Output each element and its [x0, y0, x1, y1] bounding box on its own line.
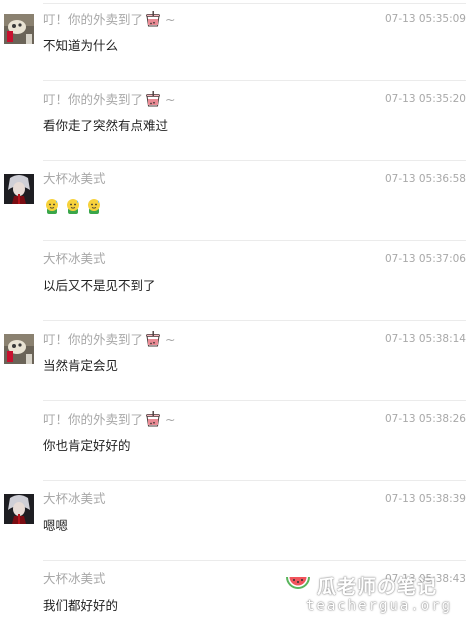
message-row: 大杯冰美式 07-13 05:37:06 以后又不是见不到了 [0, 240, 470, 320]
avatar[interactable] [4, 494, 34, 524]
message-text: 我们都好好的 [43, 598, 119, 613]
sweating-emoji-icon [67, 199, 79, 214]
sender-name[interactable]: 大杯冰美式 [43, 251, 106, 267]
message-timestamp: 07-13 05:35:20 [384, 93, 466, 105]
sender-name-text: 大杯冰美式 [43, 171, 106, 186]
sender-name[interactable]: 大杯冰美式 [43, 491, 106, 507]
message-row: 叮！你的外卖到了 ~07-13 05:38:14 当然肯定会见 [0, 320, 470, 400]
chat-history: 叮！你的外卖到了 ~07-13 05:35:09 不知道为什么 叮！你的外卖到了 ~07… [0, 0, 470, 640]
message-timestamp: 07-13 05:38:26 [384, 413, 466, 425]
bubble-tea-cup-icon [146, 91, 160, 107]
message-row: 大杯冰美式 07-13 05:36:58 [0, 160, 470, 240]
message-row: 叮！你的外卖到了 ~07-13 05:38:26 你也肯定好好的 [0, 400, 470, 480]
sender-name-suffix: ~ [165, 332, 176, 347]
watermark-url: teachergua.org [306, 598, 453, 614]
watermark-title: 瓜老师の笔记 [317, 576, 438, 598]
watermelon-icon [286, 577, 310, 589]
sender-name-suffix: ~ [165, 12, 176, 27]
sender-name-text: 叮！你的外卖到了 [43, 12, 144, 27]
message-timestamp: 07-13 05:35:09 [384, 13, 466, 25]
watermark: 瓜老师の笔记 teachergua.org [284, 570, 464, 616]
sweating-emoji-icon [46, 199, 58, 214]
message-text: 你也肯定好好的 [43, 438, 131, 453]
message-text: 看你走了突然有点难过 [43, 118, 169, 133]
sender-name-text: 叮！你的外卖到了 [43, 412, 144, 427]
message-text: 当然肯定会见 [43, 358, 119, 373]
message-timestamp: 07-13 05:36:58 [384, 173, 466, 185]
message-timestamp: 07-13 05:37:06 [384, 253, 466, 265]
sender-name[interactable]: 叮！你的外卖到了 ~ [43, 411, 176, 428]
bubble-tea-cup-icon [146, 331, 160, 347]
avatar[interactable] [4, 174, 34, 204]
avatar[interactable] [4, 14, 34, 44]
avatar[interactable] [4, 334, 34, 364]
sender-name[interactable]: 大杯冰美式 [43, 171, 106, 187]
message-text: 以后又不是见不到了 [43, 278, 156, 293]
message-timestamp: 07-13 05:38:39 [384, 493, 466, 505]
message-emojis [43, 197, 103, 215]
message-row: 叮！你的外卖到了 ~07-13 05:35:20 看你走了突然有点难过 [0, 80, 470, 160]
sender-name-text: 叮！你的外卖到了 [43, 332, 144, 347]
bubble-tea-cup-icon [146, 11, 160, 27]
sender-name[interactable]: 叮！你的外卖到了 ~ [43, 11, 176, 28]
message-text: 不知道为什么 [43, 38, 119, 53]
sender-name[interactable]: 大杯冰美式 [43, 571, 106, 587]
message-timestamp: 07-13 05:38:14 [384, 333, 466, 345]
message-text: 嗯嗯 [43, 518, 69, 533]
sender-name[interactable]: 叮！你的外卖到了 ~ [43, 331, 176, 348]
sender-name[interactable]: 叮！你的外卖到了 ~ [43, 91, 176, 108]
sender-name-suffix: ~ [165, 92, 176, 107]
sender-name-text: 大杯冰美式 [43, 491, 106, 506]
bubble-tea-cup-icon [146, 411, 160, 427]
message-row: 大杯冰美式 07-13 05:38:39 嗯嗯 [0, 480, 470, 560]
sender-name-text: 大杯冰美式 [43, 571, 106, 586]
sender-name-text: 大杯冰美式 [43, 251, 106, 266]
sender-name-suffix: ~ [165, 412, 176, 427]
message-row: 叮！你的外卖到了 ~07-13 05:35:09 不知道为什么 [0, 0, 470, 80]
sender-name-text: 叮！你的外卖到了 [43, 92, 144, 107]
sweating-emoji-icon [88, 199, 100, 214]
